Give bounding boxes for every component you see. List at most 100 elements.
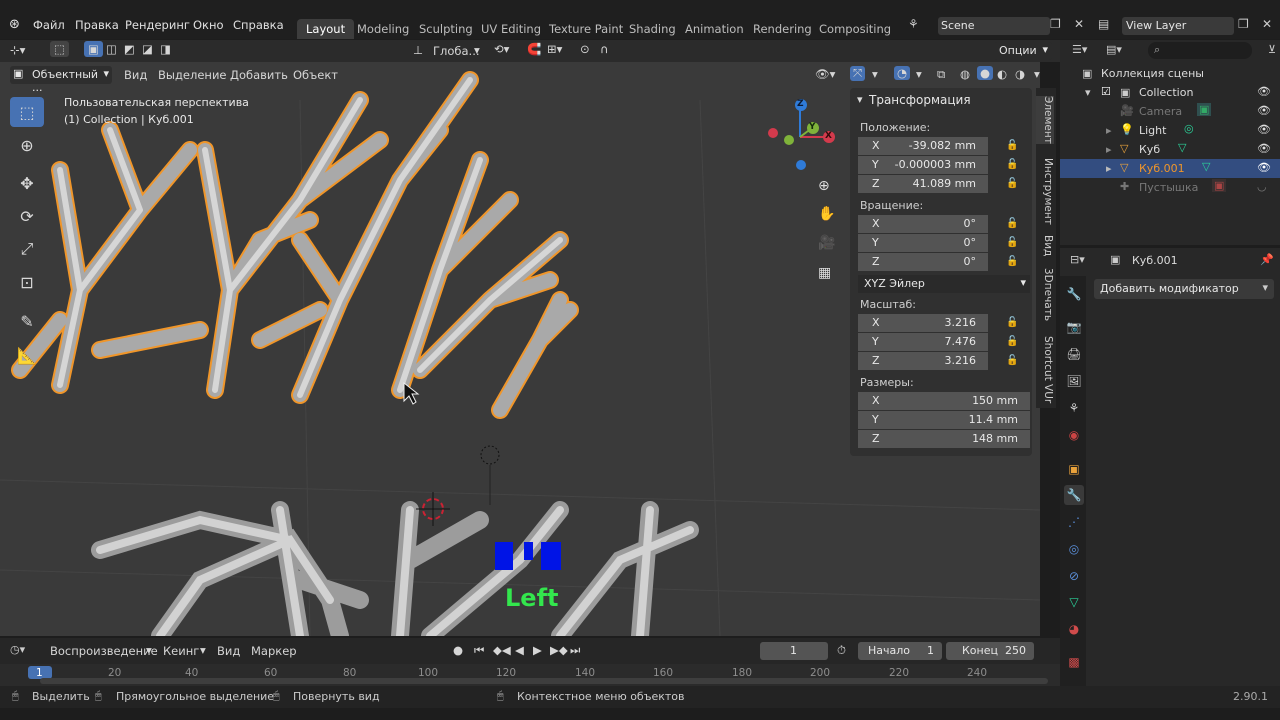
tab-compositing[interactable]: Compositing [810, 19, 900, 39]
outliner-search-input[interactable]: ⌕ [1148, 42, 1252, 59]
eye-icon[interactable]: 👁 [1257, 161, 1271, 174]
properties-editor-icon[interactable]: ⊟▾ [1070, 253, 1085, 266]
blender-logo-icon[interactable]: ⊛ [9, 17, 20, 32]
chevron-down-icon[interactable]: ▾ [916, 67, 922, 81]
tab-modeling[interactable]: Modeling [348, 19, 418, 39]
outliner-row-scene-collection[interactable]: ▣ Коллекция сцены [1060, 64, 1280, 83]
mode-dropdown[interactable]: ▣ Объектный ... ▾ [10, 66, 112, 94]
scene-props-icon[interactable]: ⚘ [1064, 398, 1084, 418]
cursor-tool-icon[interactable]: ⊕ [10, 130, 44, 160]
visibility-icon[interactable]: 👁▾ [815, 67, 835, 81]
outliner-row-cube[interactable]: ▸ ▽ Куб ▽ 👁 [1060, 140, 1280, 159]
location-y-field[interactable]: Y -0.000003 mm [858, 156, 988, 174]
annotate-tool-icon[interactable]: ✎ [10, 306, 44, 336]
view-layer-props-icon[interactable]: 🖼 [1064, 371, 1084, 391]
empty-data-icon[interactable]: ▣ [1212, 179, 1227, 192]
expand-arrow-icon[interactable]: ▸ [1106, 162, 1112, 175]
jump-start-icon[interactable]: ⏮ [474, 643, 484, 658]
outliner-editor-icon[interactable]: ☰▾ [1072, 43, 1087, 56]
material-shading-icon[interactable]: ◐ [997, 67, 1007, 81]
current-frame-field[interactable]: 1 [760, 642, 828, 660]
menu-select[interactable]: Выделение [158, 68, 227, 82]
mesh-data-icon[interactable]: ▽ [1178, 141, 1186, 154]
outliner-row-camera[interactable]: 🎥 Camera ▣ 👁 [1060, 102, 1280, 121]
timeline-scrollbar[interactable] [40, 678, 1048, 684]
gizmo-toggle-icon[interactable]: ⤧ [850, 66, 866, 81]
outliner-row-empty[interactable]: ✚ Пустышка ▣ ◡ [1060, 178, 1280, 197]
view-layer-selector[interactable]: View Layer [1122, 17, 1234, 35]
menu-add[interactable]: Добавить [230, 68, 288, 82]
rotation-x-field[interactable]: X 0° [858, 215, 988, 233]
pin-icon[interactable]: 📌 [1260, 253, 1274, 266]
camera-data-icon[interactable]: ▣ [1197, 103, 1212, 116]
dimension-z-field[interactable]: Z 148 mm [858, 430, 1030, 448]
eye-closed-icon[interactable]: ◡ [1257, 180, 1267, 193]
menu-help[interactable]: Справка [233, 18, 284, 32]
material-props-icon[interactable]: ◕ [1064, 619, 1084, 639]
sidebar-tab-item[interactable]: Элемент [1036, 96, 1054, 144]
ortho-grid-icon[interactable]: ▦ [818, 265, 831, 281]
transform-tool-icon[interactable]: ⊡ [10, 267, 44, 297]
delete-scene-icon[interactable]: ✕ [1074, 17, 1084, 31]
record-icon[interactable]: ● [453, 643, 463, 657]
scale-x-field[interactable]: X 3.216 [858, 314, 988, 332]
menu-view[interactable]: Вид [124, 68, 147, 82]
select-mode-intersect-icon[interactable]: ◨ [157, 41, 174, 57]
outliner-row-collection[interactable]: ▾ ☑ ▣ Collection 👁 [1060, 83, 1280, 102]
eye-icon[interactable]: 👁 [1257, 104, 1271, 117]
select-mode-extend-icon[interactable]: ◫ [103, 41, 120, 57]
lock-icon[interactable]: 🔓 [1006, 218, 1018, 229]
move-tool-icon[interactable]: ✥ [10, 168, 44, 198]
tab-texture-paint[interactable]: Texture Paint [540, 19, 632, 39]
play-icon[interactable]: ▶ [533, 643, 542, 657]
lock-icon[interactable]: 🔓 [1006, 178, 1018, 189]
rendered-shading-icon[interactable]: ◑ [1015, 67, 1025, 81]
menu-render[interactable]: Рендеринг [125, 18, 190, 32]
pan-hand-icon[interactable]: ✋ [818, 206, 835, 222]
solid-shading-icon[interactable]: ● [977, 66, 994, 80]
modifier-props-icon[interactable]: 🔧 [1064, 485, 1084, 505]
snap-magnet-icon[interactable]: 🧲 [527, 42, 541, 56]
lock-icon[interactable]: 🔓 [1006, 159, 1018, 170]
menu-edit[interactable]: Правка [75, 18, 119, 32]
menu-object[interactable]: Объект [293, 68, 338, 82]
chevron-down-icon[interactable]: ▾ [1034, 67, 1040, 81]
select-mode-invert-icon[interactable]: ◪ [139, 41, 156, 57]
new-view-layer-icon[interactable]: ❐ [1238, 17, 1249, 31]
collapse-arrow-icon[interactable]: ▾ [857, 93, 863, 106]
rotation-z-field[interactable]: Z 0° [858, 253, 988, 271]
particles-props-icon[interactable]: ⋰ [1064, 512, 1084, 532]
sidebar-tab-shortcut[interactable]: Shortcut VUr [1036, 336, 1054, 403]
object-props-icon[interactable]: ▣ [1064, 459, 1084, 479]
lock-icon[interactable]: 🔓 [1006, 317, 1018, 328]
scene-icon[interactable]: ⚘ [908, 17, 919, 31]
select-mode-new-icon[interactable]: ▣ [84, 41, 103, 57]
overlays-icon[interactable]: ◔ [894, 66, 911, 80]
eye-icon[interactable]: 👁 [1257, 142, 1271, 155]
select-box-tool-icon[interactable]: ⬚ [10, 97, 44, 127]
menu-window[interactable]: Окно [193, 18, 224, 32]
timeline-editor-icon[interactable]: ◷▾ [10, 643, 25, 656]
play-reverse-icon[interactable]: ◀ [515, 643, 524, 657]
camera-view-icon[interactable]: 🎥 [818, 235, 835, 251]
next-keyframe-icon[interactable]: ▶◆ [550, 643, 568, 657]
checkbox-icon[interactable]: ☑ [1101, 85, 1111, 98]
lock-icon[interactable]: 🔓 [1006, 355, 1018, 366]
filter-icon[interactable]: ⊻ [1268, 43, 1276, 56]
output-props-icon[interactable]: 🖨 [1064, 344, 1084, 364]
new-scene-icon[interactable]: ❐ [1050, 17, 1061, 31]
editor-type-icon[interactable]: ⊹▾ [10, 43, 25, 57]
menu-file[interactable]: Файл [33, 18, 65, 32]
wireframe-shading-icon[interactable]: ◍ [960, 67, 970, 81]
render-props-icon[interactable]: 📷 [1064, 317, 1084, 337]
constraints-props-icon[interactable]: ⊘ [1064, 566, 1084, 586]
add-modifier-button[interactable]: Добавить модификатор ▾ [1094, 279, 1274, 299]
transform-orientation-dropdown[interactable]: Глоба... [433, 44, 480, 58]
select-tool-icon[interactable]: ⬚ [50, 41, 69, 57]
snap-target-icon[interactable]: ⊞▾ [547, 42, 562, 56]
dimension-y-field[interactable]: Y 11.4 mm [858, 411, 1030, 429]
lock-icon[interactable]: 🔓 [1006, 237, 1018, 248]
scale-tool-icon[interactable]: ⤢ [10, 234, 44, 264]
falloff-icon[interactable]: ∩ [600, 42, 608, 56]
sidebar-tab-view[interactable]: Вид [1036, 235, 1054, 256]
